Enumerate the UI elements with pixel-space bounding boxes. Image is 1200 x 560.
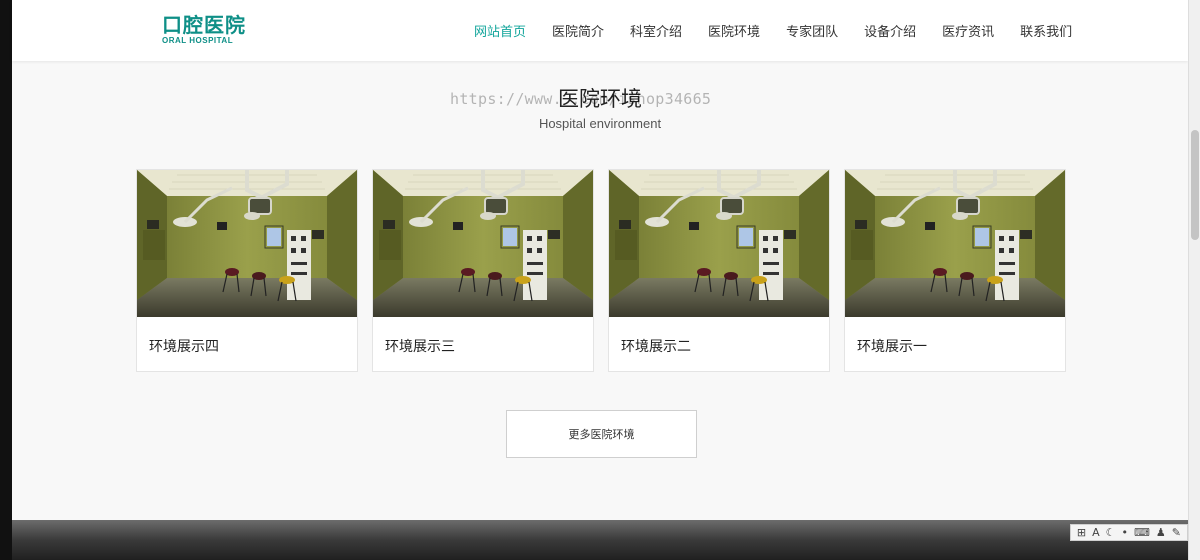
left-window-edge <box>0 0 12 560</box>
operating-room-photo <box>137 170 357 317</box>
logo-english-text: ORAL HOSPITAL <box>162 36 234 45</box>
card-title: 环境展示一 <box>857 339 927 355</box>
more-environment-button[interactable]: 更多医院环境 <box>506 410 697 458</box>
gallery-card[interactable]: 环境展示二 <box>608 169 830 372</box>
next-section-banner <box>12 520 1188 560</box>
card-title: 环境展示三 <box>385 339 455 355</box>
input-method-icon[interactable]: ⊞ <box>1077 525 1086 540</box>
nav-item-departments[interactable]: 科室介绍 <box>630 21 682 40</box>
gallery-card[interactable]: 环境展示一 <box>844 169 1066 372</box>
wrench-icon[interactable]: ✎ <box>1172 525 1181 540</box>
nav-item-news[interactable]: 医疗资讯 <box>942 21 994 40</box>
vertical-scrollbar[interactable] <box>1188 0 1200 560</box>
keyboard-icon[interactable]: ⌨ <box>1134 525 1150 540</box>
operating-room-photo <box>845 170 1065 317</box>
section-subtitle: Hospital environment <box>538 116 662 131</box>
card-title: 环境展示四 <box>149 339 219 355</box>
gallery-card[interactable]: 环境展示三 <box>372 169 594 372</box>
operating-room-photo <box>609 170 829 317</box>
nav-item-contact[interactable]: 联系我们 <box>1020 21 1072 40</box>
card-title: 环境展示二 <box>621 339 691 355</box>
nav-item-equipment[interactable]: 设备介绍 <box>864 21 916 40</box>
nav-item-environment[interactable]: 医院环境 <box>708 21 760 40</box>
moon-icon[interactable]: ☾ <box>1106 525 1116 540</box>
logo-chinese-text: 口腔医院 <box>162 13 246 37</box>
nav-item-experts[interactable]: 专家团队 <box>786 21 838 40</box>
site-header: 口腔医院 ORAL HOSPITAL 网站首页 医院简介 科室介绍 医院环境 专… <box>12 0 1188 61</box>
ime-toolbar: ⊞ A ☾ • ⌨ ♟ ✎ <box>1069 524 1188 541</box>
user-icon[interactable]: ♟ <box>1156 525 1166 540</box>
scrollbar-thumb[interactable] <box>1191 130 1199 240</box>
site-logo[interactable]: 口腔医院 ORAL HOSPITAL <box>162 14 246 46</box>
gallery-card[interactable]: 环境展示四 <box>136 169 358 372</box>
page: 口腔医院 ORAL HOSPITAL 网站首页 医院简介 科室介绍 医院环境 专… <box>12 0 1188 520</box>
nav-item-home[interactable]: 网站首页 <box>474 21 526 40</box>
watermark-text: https://www. .com/ishop34665 <box>450 90 712 108</box>
nav-item-about[interactable]: 医院简介 <box>552 21 604 40</box>
operating-room-photo <box>373 170 593 317</box>
main-nav: 网站首页 医院简介 科室介绍 医院环境 专家团队 设备介绍 医疗资讯 联系我们 <box>474 21 1098 40</box>
punctuation-icon[interactable]: • <box>1122 525 1129 540</box>
font-icon[interactable]: A <box>1092 525 1100 540</box>
